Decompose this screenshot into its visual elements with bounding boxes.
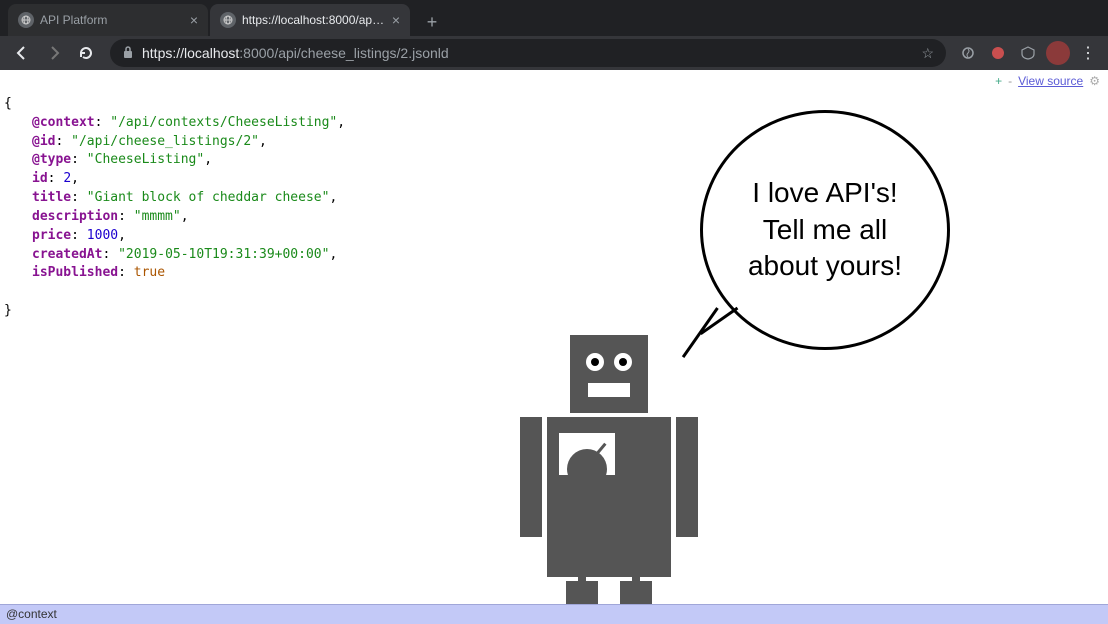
url-text: https://localhost:8000/api/cheese_listin… xyxy=(142,45,913,61)
robot-eye xyxy=(614,353,632,371)
brace-open: { xyxy=(4,96,12,111)
globe-icon xyxy=(18,12,34,28)
json-key: createdAt xyxy=(32,247,102,262)
brace-close: } xyxy=(4,303,12,318)
url-port: :8000 xyxy=(239,45,274,61)
json-key: @id xyxy=(32,134,55,149)
gear-icon[interactable]: ⚙ xyxy=(1089,74,1100,88)
json-value: "2019-05-10T19:31:39+00:00" xyxy=(118,247,329,262)
extension-icon[interactable] xyxy=(986,41,1010,65)
json-value: "/api/contexts/CheeseListing" xyxy=(110,115,337,130)
close-icon[interactable]: × xyxy=(190,12,198,28)
globe-icon xyxy=(220,12,236,28)
json-key: description xyxy=(32,209,118,224)
json-key: id xyxy=(32,171,48,186)
json-value: "Giant block of cheddar cheese" xyxy=(87,190,330,205)
extension-icon[interactable] xyxy=(1016,41,1040,65)
menu-button[interactable]: ⋮ xyxy=(1076,41,1100,65)
json-value: true xyxy=(134,265,165,280)
new-tab-button[interactable]: + xyxy=(418,8,446,36)
json-value: "mmmm" xyxy=(134,209,181,224)
forward-button[interactable] xyxy=(40,39,68,67)
tab-bar: API Platform × https://localhost:8000/ap… xyxy=(0,0,1108,36)
reload-button[interactable] xyxy=(72,39,100,67)
json-key: price xyxy=(32,228,71,243)
star-icon[interactable]: ☆ xyxy=(921,45,934,62)
back-button[interactable] xyxy=(8,39,36,67)
status-text: @context xyxy=(6,607,57,621)
status-bar: @context xyxy=(0,604,1108,624)
robot-eye xyxy=(586,353,604,371)
robot-arm xyxy=(520,417,542,537)
json-viewer-controls: + - View source ⚙ xyxy=(995,74,1100,88)
extension-icon[interactable] xyxy=(956,41,980,65)
url-host: https://localhost xyxy=(142,45,239,61)
json-key: @context xyxy=(32,115,95,130)
robot-panel xyxy=(559,433,615,475)
json-key: isPublished xyxy=(32,265,118,280)
collapse-all-button[interactable]: - xyxy=(1008,74,1012,88)
json-value: 1000 xyxy=(87,228,118,243)
json-key: title xyxy=(32,190,71,205)
expand-all-button[interactable]: + xyxy=(995,74,1002,88)
url-path: /api/cheese_listings/2.jsonld xyxy=(274,45,448,61)
view-source-link[interactable]: View source xyxy=(1018,74,1083,88)
speech-text: I love API's! Tell me all about yours! xyxy=(733,175,917,284)
page-content: + - View source ⚙ { @context: "/api/cont… xyxy=(0,70,1108,624)
robot-head xyxy=(570,335,648,413)
toolbar-icons: ⋮ xyxy=(956,41,1100,65)
robot-mouth xyxy=(588,383,630,397)
tab-title: https://localhost:8000/api/che xyxy=(242,13,386,27)
robot-body xyxy=(547,417,671,577)
speech-bubble: I love API's! Tell me all about yours! xyxy=(700,110,950,350)
tab-inactive[interactable]: API Platform × xyxy=(8,4,208,36)
profile-avatar[interactable] xyxy=(1046,41,1070,65)
json-value: "/api/cheese_listings/2" xyxy=(71,134,259,149)
json-key: @type xyxy=(32,152,71,167)
tab-active[interactable]: https://localhost:8000/api/che × xyxy=(210,4,410,36)
json-value: "CheeseListing" xyxy=(87,152,204,167)
tab-title: API Platform xyxy=(40,13,184,27)
browser-chrome: API Platform × https://localhost:8000/ap… xyxy=(0,0,1108,70)
address-bar[interactable]: https://localhost:8000/api/cheese_listin… xyxy=(110,39,946,67)
json-value: 2 xyxy=(63,171,71,186)
toolbar: https://localhost:8000/api/cheese_listin… xyxy=(0,36,1108,70)
lock-icon xyxy=(122,45,134,62)
robot-illustration: I love API's! Tell me all about yours! xyxy=(520,110,1108,624)
close-icon[interactable]: × xyxy=(392,12,400,28)
robot-arm xyxy=(676,417,698,537)
